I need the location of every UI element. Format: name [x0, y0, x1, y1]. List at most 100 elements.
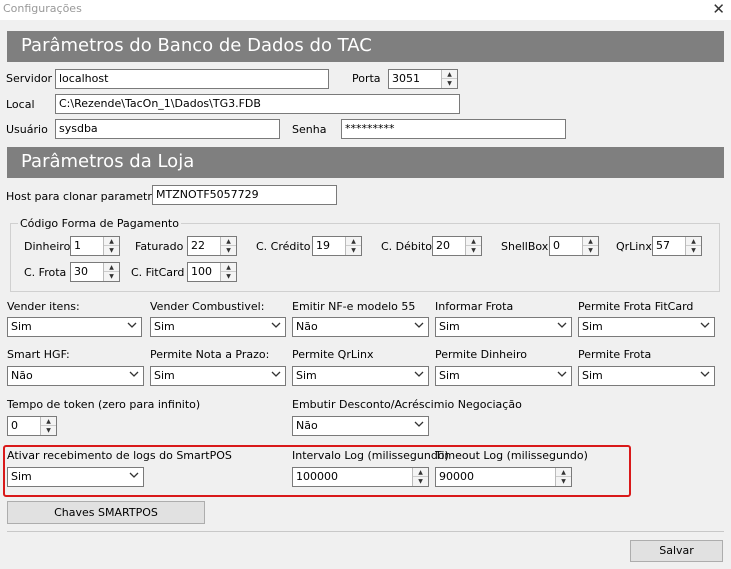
cfrota-value: 30 [74, 265, 88, 278]
permite-dinheiro-label: Permite Dinheiro [435, 348, 527, 361]
spin-up-icon[interactable]: ▲ [41, 417, 56, 426]
spin-down-icon[interactable]: ▼ [104, 272, 119, 281]
servidor-label: Servidor [6, 72, 53, 85]
spin-down-icon[interactable]: ▼ [686, 246, 701, 255]
usuario-input[interactable]: sysdba [55, 119, 280, 139]
spin-up-icon[interactable]: ▲ [346, 237, 361, 246]
porta-label: Porta [352, 72, 381, 85]
frota-fitcard-select[interactable]: Sim [578, 317, 715, 337]
dinheiro-stepper[interactable]: 1 ▲ ▼ [70, 236, 120, 256]
spin-down-icon[interactable]: ▼ [41, 426, 56, 435]
spin-up-icon[interactable]: ▲ [442, 70, 457, 79]
servidor-input[interactable]: localhost [55, 69, 329, 89]
permite-qrlinx-select[interactable]: Sim [292, 366, 429, 386]
ccredito-value: 19 [316, 239, 330, 252]
spin-up-icon[interactable]: ▲ [556, 468, 571, 477]
spin-up-icon[interactable]: ▲ [583, 237, 598, 246]
intervalo-value: 100000 [296, 470, 338, 483]
spin-down-icon[interactable]: ▼ [104, 246, 119, 255]
frota-fitcard-label: Permite Frota FitCard [578, 300, 694, 313]
token-stepper[interactable]: 0 ▲ ▼ [7, 416, 57, 436]
spin-down-icon[interactable]: ▼ [221, 272, 236, 281]
smart-hgf-label: Smart HGF: [7, 348, 70, 361]
timeout-label: Timeout Log (milissegundo) [435, 449, 588, 462]
smart-hgf-value: Não [11, 369, 33, 382]
chevron-down-icon [127, 322, 137, 328]
vender-itens-select[interactable]: Sim [7, 317, 142, 337]
vender-comb-select[interactable]: Sim [150, 317, 286, 337]
informar-frota-value: Sim [439, 320, 460, 333]
local-label: Local [6, 98, 35, 111]
senha-input[interactable]: ********* [341, 119, 566, 139]
embutir-value: Não [296, 419, 318, 432]
senha-label: Senha [292, 123, 327, 136]
permite-qrlinx-label: Permite QrLinx [292, 348, 374, 361]
faturado-label: Faturado [135, 240, 184, 253]
permite-dinheiro-select[interactable]: Sim [435, 366, 572, 386]
host-input[interactable]: MTZNOTF5057729 [152, 185, 337, 205]
close-icon[interactable]: ✕ [712, 0, 725, 18]
embutir-label: Embutir Desconto/Acréscimio Negociação [292, 398, 522, 411]
spin-up-icon[interactable]: ▲ [104, 237, 119, 246]
spin-down-icon[interactable]: ▼ [466, 246, 481, 255]
chevron-down-icon [700, 322, 710, 328]
spin-up-icon[interactable]: ▲ [221, 237, 236, 246]
cdebito-stepper[interactable]: 20 ▲ ▼ [432, 236, 482, 256]
cfrota-stepper[interactable]: 30 ▲ ▼ [70, 262, 120, 282]
chevron-down-icon [557, 322, 567, 328]
chevron-down-icon [271, 371, 281, 377]
ccredito-stepper[interactable]: 19 ▲ ▼ [312, 236, 362, 256]
smart-hgf-select[interactable]: Não [7, 366, 144, 386]
spin-up-icon[interactable]: ▲ [221, 263, 236, 272]
informar-frota-select[interactable]: Sim [435, 317, 572, 337]
shellbox-value: 0 [553, 239, 560, 252]
permite-frota-select[interactable]: Sim [578, 366, 715, 386]
cfitcard-stepper[interactable]: 100 ▲ ▼ [187, 262, 237, 282]
frota-fitcard-value: Sim [582, 320, 603, 333]
timeout-stepper[interactable]: 90000 ▲ ▼ [435, 467, 572, 487]
usuario-label: Usuário [6, 123, 48, 136]
salvar-button[interactable]: Salvar [630, 540, 723, 562]
spin-down-icon[interactable]: ▼ [442, 79, 457, 88]
spin-down-icon[interactable]: ▼ [346, 246, 361, 255]
spin-up-icon[interactable]: ▲ [104, 263, 119, 272]
chevron-down-icon [557, 371, 567, 377]
logs-select[interactable]: Sim [7, 467, 144, 487]
porta-stepper[interactable]: 3051 ▲ ▼ [388, 69, 458, 89]
faturado-stepper[interactable]: 22 ▲ ▼ [187, 236, 237, 256]
chaves-smartpos-button[interactable]: Chaves SMARTPOS [7, 501, 205, 524]
cdebito-label: C. Débito [381, 240, 432, 253]
cfrota-label: C. Frota [24, 266, 67, 279]
spin-down-icon[interactable]: ▼ [583, 246, 598, 255]
ccredito-label: C. Crédito [256, 240, 311, 253]
spin-up-icon[interactable]: ▲ [686, 237, 701, 246]
permite-dinheiro-value: Sim [439, 369, 460, 382]
permite-frota-value: Sim [582, 369, 603, 382]
logs-label: Ativar recebimento de logs do SmartPOS [7, 449, 232, 462]
emitir-nfe-select[interactable]: Não [292, 317, 429, 337]
vender-itens-value: Sim [11, 320, 32, 333]
spin-down-icon[interactable]: ▼ [413, 477, 428, 486]
chevron-down-icon [414, 421, 424, 427]
qrlinx-label: QrLinx [616, 240, 652, 253]
informar-frota-label: Informar Frota [435, 300, 514, 313]
pagamento-group-label: Código Forma de Pagamento [18, 217, 181, 230]
shellbox-stepper[interactable]: 0 ▲ ▼ [549, 236, 599, 256]
qrlinx-stepper[interactable]: 57 ▲ ▼ [652, 236, 702, 256]
shellbox-label: ShellBox [501, 240, 549, 253]
spin-up-icon[interactable]: ▲ [466, 237, 481, 246]
spin-up-icon[interactable]: ▲ [413, 468, 428, 477]
cfitcard-value: 100 [191, 265, 212, 278]
host-label: Host para clonar parametros: [6, 190, 168, 203]
footer-divider [7, 531, 724, 532]
chevron-down-icon [414, 322, 424, 328]
emitir-nfe-value: Não [296, 320, 318, 333]
loja-section-title: Parâmetros da Loja [21, 151, 195, 172]
spin-down-icon[interactable]: ▼ [221, 246, 236, 255]
local-input[interactable]: C:\Rezende\TacOn_1\Dados\TG3.FDB [55, 94, 460, 114]
nota-prazo-label: Permite Nota a Prazo: [150, 348, 270, 361]
spin-down-icon[interactable]: ▼ [556, 477, 571, 486]
intervalo-stepper[interactable]: 100000 ▲ ▼ [292, 467, 429, 487]
nota-prazo-select[interactable]: Sim [150, 366, 286, 386]
embutir-select[interactable]: Não [292, 416, 429, 436]
